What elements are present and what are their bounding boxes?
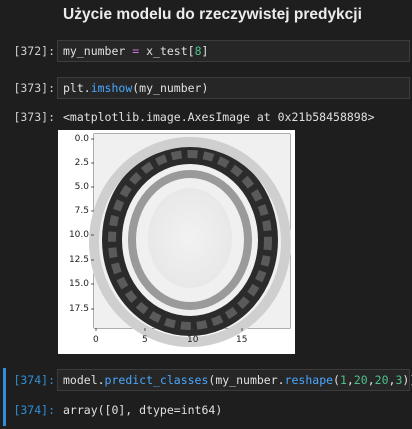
code-token: model. [63,373,105,387]
x-tick-label: 10 [187,335,199,345]
y-tick-label: 15.0 [68,279,89,289]
code-editor[interactable]: model.predict_classes(my_number.reshape(… [57,369,412,391]
y-tick-label: 5.0 [74,182,89,192]
code-token: (my_number) [132,81,209,95]
y-tick-label: 7.5 [74,206,89,216]
code-token: my_number [63,44,133,58]
code-token: 1 [339,373,347,387]
imshow-plot: 0.0 2.5 5.0 7.5 10.0 12.5 15.0 17.5 0 5 … [58,130,295,354]
x-tick-label: 0 [93,335,99,345]
code-token: 8 [194,44,202,58]
code-token: 20 [353,373,368,387]
code-editor[interactable]: plt.imshow(my_number) [57,77,410,99]
section-heading: Użycie modelu do rzeczywistej predykcji [63,6,362,23]
code-token: , [367,373,375,387]
code-token: (my_number. [208,373,285,387]
code-token: ( [333,373,340,387]
code-token: imshow [90,81,133,95]
code-token: , [346,373,354,387]
output-prompt: [373]: [13,110,55,124]
code-token: ] [201,44,209,58]
y-tick-label: 12.5 [68,255,89,265]
input-prompt: [372]: [13,44,55,58]
plot-figure [89,133,291,347]
output-text: <matplotlib.image.AxesImage at 0x21b5845… [63,110,375,124]
digit-image [89,134,291,347]
code-token: predict_classes [104,373,209,387]
output-text: array([0], dtype=int64) [63,403,223,417]
y-tick-label: 10.0 [68,230,89,240]
input-prompt: [373]: [13,81,55,95]
code-token: reshape [284,373,334,387]
code-token: x_test[ [139,44,195,58]
code-token: )) [402,373,412,387]
y-tick-label: 2.5 [74,158,89,168]
x-tick-label: 15 [236,335,248,345]
code-editor[interactable]: my_number = x_test[8] [57,40,410,62]
x-tick-label: 5 [142,335,148,345]
code-token: 20 [374,373,389,387]
input-prompt: [374]: [13,373,55,387]
y-tick-label: 0.0 [74,134,89,144]
output-prompt: [374]: [13,403,55,417]
y-tick-label: 17.5 [68,304,89,314]
code-token: plt. [63,81,91,95]
